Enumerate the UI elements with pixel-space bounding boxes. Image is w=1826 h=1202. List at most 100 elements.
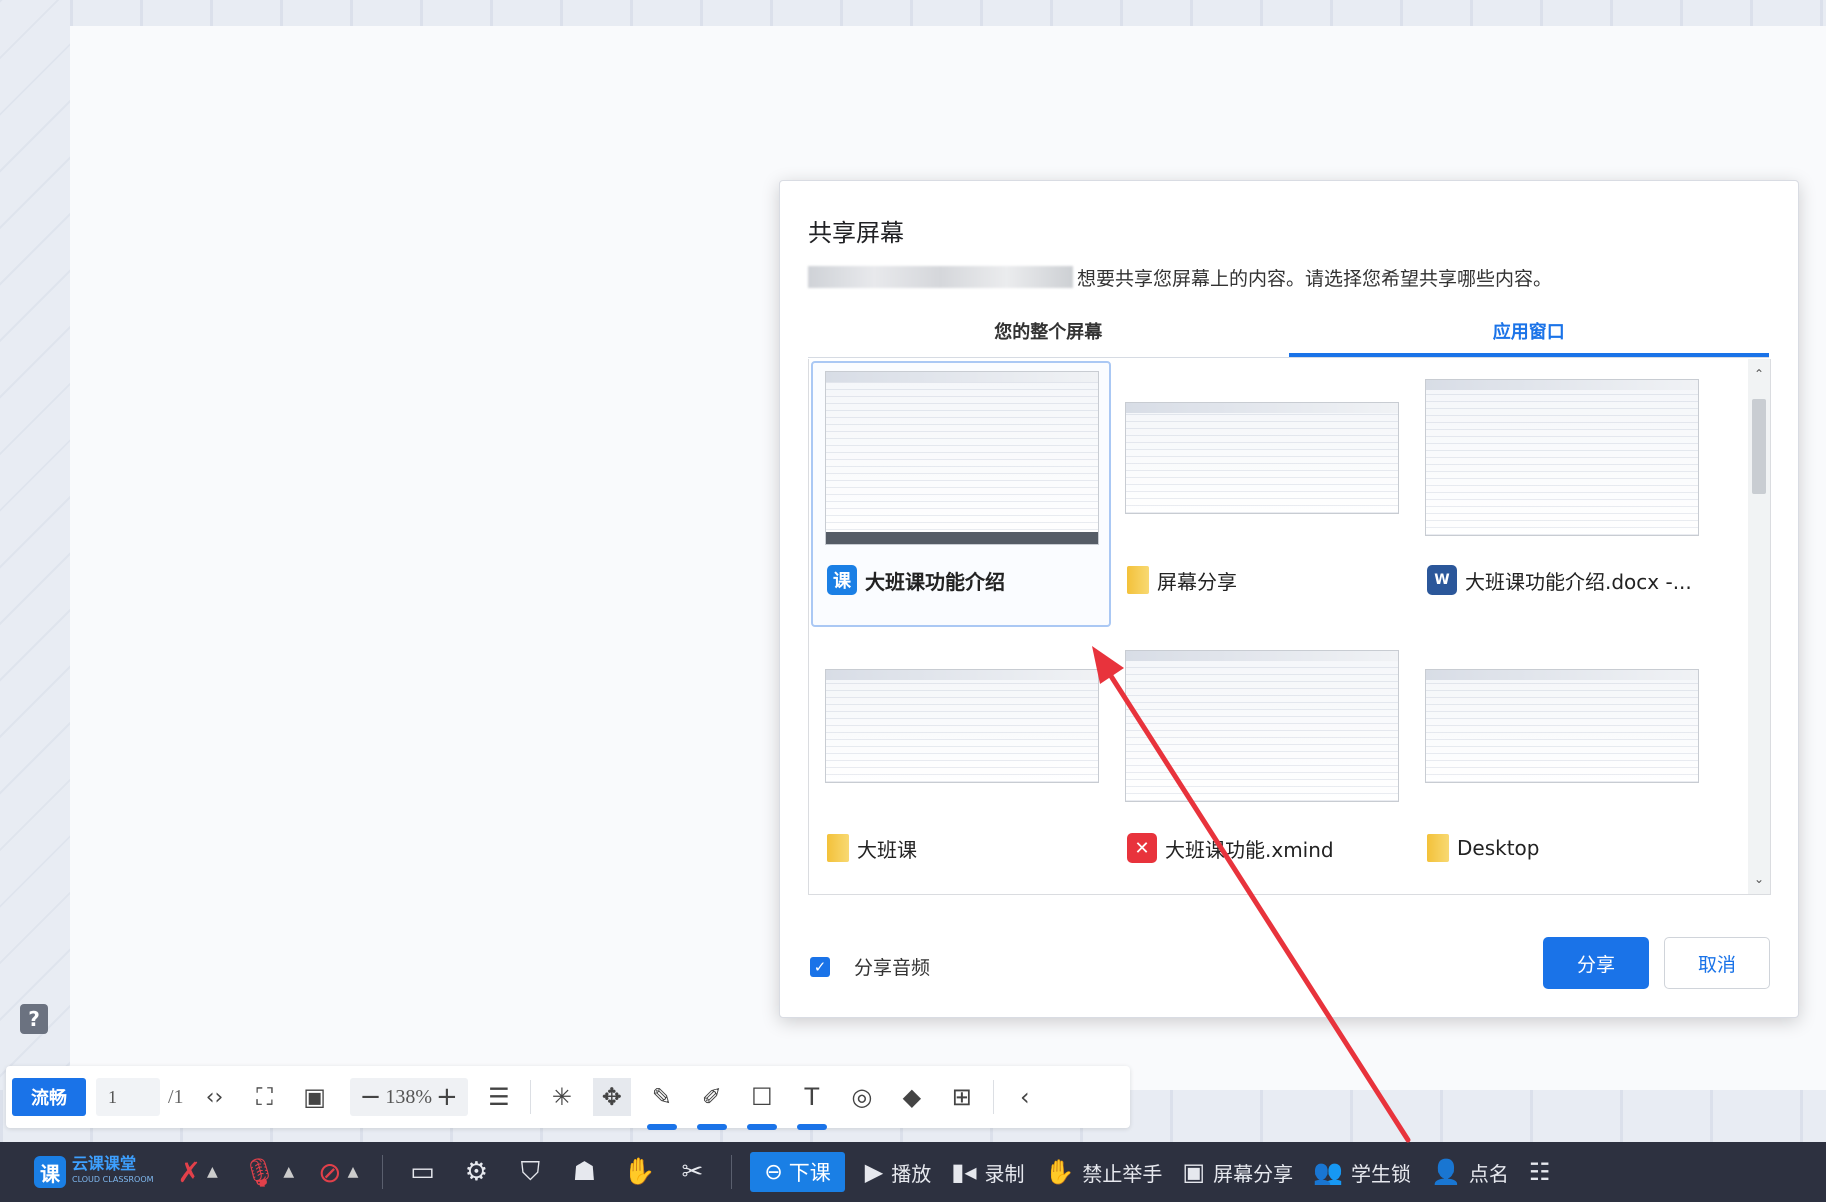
stamp-icon[interactable]: ◎	[843, 1078, 881, 1116]
folder-icon	[827, 834, 849, 862]
page-total: /1	[168, 1085, 184, 1108]
dialog-subtitle: 想要共享您屏幕上的内容。请选择您希望共享哪些内容。	[808, 265, 1553, 290]
disable-annotation-toggle[interactable]: ✗ ▲	[178, 1156, 218, 1189]
window-option-desktop[interactable]: Desktop	[1411, 629, 1711, 894]
xmind-icon: ✕	[1127, 833, 1157, 863]
shield-icon[interactable]: ⛉	[515, 1157, 545, 1188]
exit-icon: ⊖	[764, 1159, 783, 1185]
toolbox-icon[interactable]: ⊞	[943, 1078, 981, 1116]
window-option-class-intro[interactable]: 课 大班课功能介绍	[811, 361, 1111, 627]
share-audio-label: 分享音频	[854, 957, 931, 979]
laser-pointer-icon[interactable]: ✳	[543, 1078, 581, 1116]
roll-call-icon: 👤	[1431, 1158, 1461, 1186]
folder-icon	[1127, 566, 1149, 594]
list-icon: ☷	[1528, 1158, 1551, 1186]
brand-name: 云课课堂	[72, 1154, 137, 1173]
brand-subtitle: CLOUD CLASSROOM	[72, 1175, 154, 1184]
camera-off-toggle[interactable]: ⊘ ▲	[318, 1156, 358, 1189]
roll-call-button[interactable]: 👤 点名	[1431, 1158, 1509, 1187]
record-button[interactable]: ▮◂ 录制	[951, 1158, 1024, 1187]
student-lock-button[interactable]: 👥 学生锁	[1313, 1158, 1411, 1187]
window-option-label: W 大班课功能介绍.docx -...	[1427, 563, 1701, 597]
caret-up-icon[interactable]: ▲	[283, 1164, 294, 1180]
share-button[interactable]: 分享	[1543, 937, 1649, 989]
scrollbar-thumb[interactable]	[1752, 399, 1766, 494]
window-option-label: 大班课	[827, 831, 1101, 865]
zoom-control: − 138% +	[349, 1078, 468, 1116]
clear-document-icon[interactable]: ☰	[480, 1078, 518, 1116]
raise-hand-icon[interactable]: ✋	[623, 1157, 655, 1187]
help-icon[interactable]: ?	[20, 1004, 48, 1034]
window-option-label: 课 大班课功能介绍	[827, 563, 1101, 597]
caret-up-icon[interactable]: ▲	[207, 1164, 218, 1180]
blurred-site-name	[808, 266, 1073, 288]
bar-divider	[731, 1155, 733, 1189]
scroll-up-icon[interactable]: ⌃	[1752, 367, 1766, 381]
share-screen-dialog: 共享屏幕 想要共享您屏幕上的内容。请选择您希望共享哪些内容。 您的整个屏幕 应用…	[779, 180, 1799, 1018]
eraser-icon[interactable]: ◆	[893, 1078, 931, 1116]
pen-off-icon: ✗	[177, 1155, 201, 1189]
classroom-control-bar: 课 云课课堂 CLOUD CLASSROOM ✗ ▲ 🎙 ▲ ⊘ ▲ ▭ ⚙ ⛉ ☗ …	[0, 1142, 1826, 1202]
window-option-screen-share-folder[interactable]: 屏幕分享	[1111, 361, 1411, 627]
hand-icon: ✋	[1044, 1158, 1075, 1186]
zoom-in-button[interactable]: +	[432, 1082, 462, 1112]
fit-screen-icon[interactable]: ⛶	[246, 1078, 284, 1116]
mute-all-toggle[interactable]: 🎙 ▲	[242, 1156, 294, 1189]
video-icon: ▮◂	[951, 1158, 977, 1186]
window-thumbnail	[1425, 643, 1699, 808]
window-grid: 课 大班课功能介绍 屏幕分享 W 大班课功能介绍.docx -... 大班课 ✕…	[808, 359, 1771, 895]
fullscreen-icon[interactable]: ▣	[296, 1078, 334, 1116]
dialog-subtitle-text: 想要共享您屏幕上的内容。请选择您希望共享哪些内容。	[1077, 267, 1553, 290]
brand-logo: 课 云课课堂 CLOUD CLASSROOM	[34, 1154, 154, 1190]
student-lock-icon: 👥	[1313, 1158, 1343, 1186]
word-icon: W	[1427, 565, 1457, 595]
scissors-icon[interactable]: ✂	[677, 1157, 707, 1187]
folder-icon	[1427, 834, 1449, 862]
toolbar-divider	[992, 1080, 994, 1114]
settings-icon[interactable]: ⚙	[461, 1157, 491, 1187]
page-nav-icon[interactable]: ‹›	[196, 1078, 234, 1116]
text-tool-icon[interactable]: T	[793, 1078, 831, 1130]
more-button[interactable]: ☷	[1529, 1158, 1559, 1186]
rectangle-icon[interactable]: ☐	[743, 1078, 781, 1130]
zoom-out-button[interactable]: −	[356, 1082, 386, 1112]
pen-icon[interactable]: ✎	[643, 1078, 681, 1130]
move-icon[interactable]: ✥	[592, 1078, 631, 1116]
window-thumbnail	[1125, 375, 1399, 540]
screen-share-icon: ▣	[1182, 1158, 1206, 1186]
background-pattern-top	[0, 0, 1826, 26]
share-audio-option[interactable]: ✓ 分享音频	[810, 953, 930, 980]
cancel-button[interactable]: 取消	[1664, 937, 1770, 989]
page-number-input[interactable]	[96, 1078, 160, 1116]
window-grid-scrollbar[interactable]: ⌃ ⌄	[1748, 359, 1770, 894]
image-icon[interactable]: ▭	[407, 1157, 437, 1187]
window-option-label: Desktop	[1427, 831, 1701, 865]
user-shield-icon[interactable]: ☗	[569, 1157, 599, 1187]
brand-icon: 课	[34, 1156, 66, 1188]
camera-off-icon: ⊘	[318, 1155, 342, 1189]
no-raise-hand-button[interactable]: ✋ 禁止举手	[1045, 1158, 1163, 1187]
collapse-toolbar-icon[interactable]: ‹	[1006, 1078, 1044, 1116]
bar-divider	[382, 1155, 384, 1189]
scroll-down-icon[interactable]: ⌄	[1752, 872, 1766, 886]
play-button[interactable]: ▶ 播放	[865, 1158, 931, 1187]
toolbar-divider	[529, 1080, 531, 1114]
tab-entire-screen[interactable]: 您的整个屏幕	[808, 309, 1289, 357]
fluency-button[interactable]: 流畅	[12, 1078, 86, 1116]
caret-up-icon[interactable]: ▲	[348, 1164, 359, 1180]
window-option-class-folder[interactable]: 大班课	[811, 629, 1111, 894]
window-thumbnail	[1425, 375, 1699, 540]
screen-share-button[interactable]: ▣ 屏幕分享	[1182, 1158, 1293, 1187]
highlighter-icon[interactable]: ✐	[693, 1078, 731, 1130]
end-class-button[interactable]: ⊖ 下课	[750, 1152, 845, 1192]
window-option-xmind[interactable]: ✕ 大班课功能.xmind	[1111, 629, 1411, 894]
zoom-level: 138%	[385, 1085, 433, 1108]
share-audio-checkbox[interactable]: ✓	[810, 956, 830, 977]
window-option-word-doc[interactable]: W 大班课功能介绍.docx -...	[1411, 361, 1711, 627]
mic-off-icon: 🎙	[241, 1155, 278, 1189]
window-option-label: ✕ 大班课功能.xmind	[1127, 831, 1401, 865]
ke-app-icon: 课	[827, 565, 857, 595]
share-tabs: 您的整个屏幕 应用窗口	[808, 309, 1769, 358]
window-option-label: 屏幕分享	[1127, 563, 1401, 597]
tab-application-window[interactable]: 应用窗口	[1288, 309, 1769, 357]
